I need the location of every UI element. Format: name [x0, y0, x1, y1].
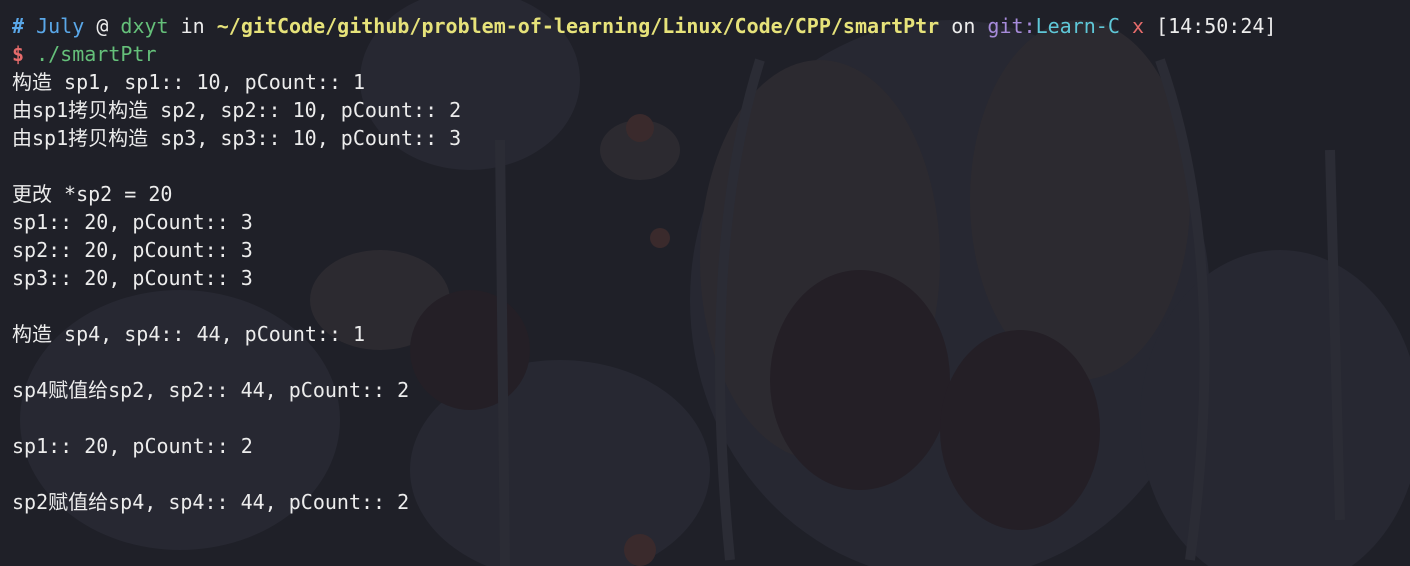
- prompt-path: ~/gitCode/github/problem-of-learning/Lin…: [216, 14, 940, 38]
- output-line: sp1:: 20, pCount:: 3: [12, 210, 253, 234]
- prompt-dollar: $: [12, 42, 25, 66]
- output-line: sp2:: 20, pCount:: 3: [12, 238, 253, 262]
- prompt-time: [14:50:24]: [1156, 14, 1277, 38]
- prompt-host: dxyt: [120, 14, 169, 38]
- prompt-hash: #: [12, 14, 25, 38]
- prompt-in: in: [180, 14, 205, 38]
- terminal-window[interactable]: # July @ dxyt in ~/gitCode/github/proble…: [0, 0, 1410, 566]
- prompt-dirty-marker: x: [1131, 14, 1144, 38]
- output-line: sp3:: 20, pCount:: 3: [12, 266, 253, 290]
- command-text: ./smartPtr: [36, 42, 157, 66]
- output-line: 更改 *sp2 = 20: [12, 182, 173, 206]
- prompt-git-label: git:: [987, 14, 1036, 38]
- terminal-content: # July @ dxyt in ~/gitCode/github/proble…: [12, 12, 1398, 516]
- command-line[interactable]: $ ./smartPtr: [12, 40, 1398, 68]
- output-line: 构造 sp4, sp4:: 44, pCount:: 1: [12, 322, 366, 346]
- prompt-branch: Learn-C: [1035, 14, 1120, 38]
- prompt-line: # July @ dxyt in ~/gitCode/github/proble…: [12, 12, 1398, 40]
- prompt-at: @: [96, 14, 109, 38]
- prompt-on: on: [951, 14, 976, 38]
- output-line: 构造 sp1, sp1:: 10, pCount:: 1: [12, 70, 366, 94]
- prompt-user: July: [36, 14, 85, 38]
- output-line: 由sp1拷贝构造 sp3, sp3:: 10, pCount:: 3: [12, 126, 462, 150]
- output-line: sp2赋值给sp4, sp4:: 44, pCount:: 2: [12, 490, 410, 514]
- output-line: 由sp1拷贝构造 sp2, sp2:: 10, pCount:: 2: [12, 98, 462, 122]
- output-line: sp1:: 20, pCount:: 2: [12, 434, 253, 458]
- output-line: sp4赋值给sp2, sp2:: 44, pCount:: 2: [12, 378, 410, 402]
